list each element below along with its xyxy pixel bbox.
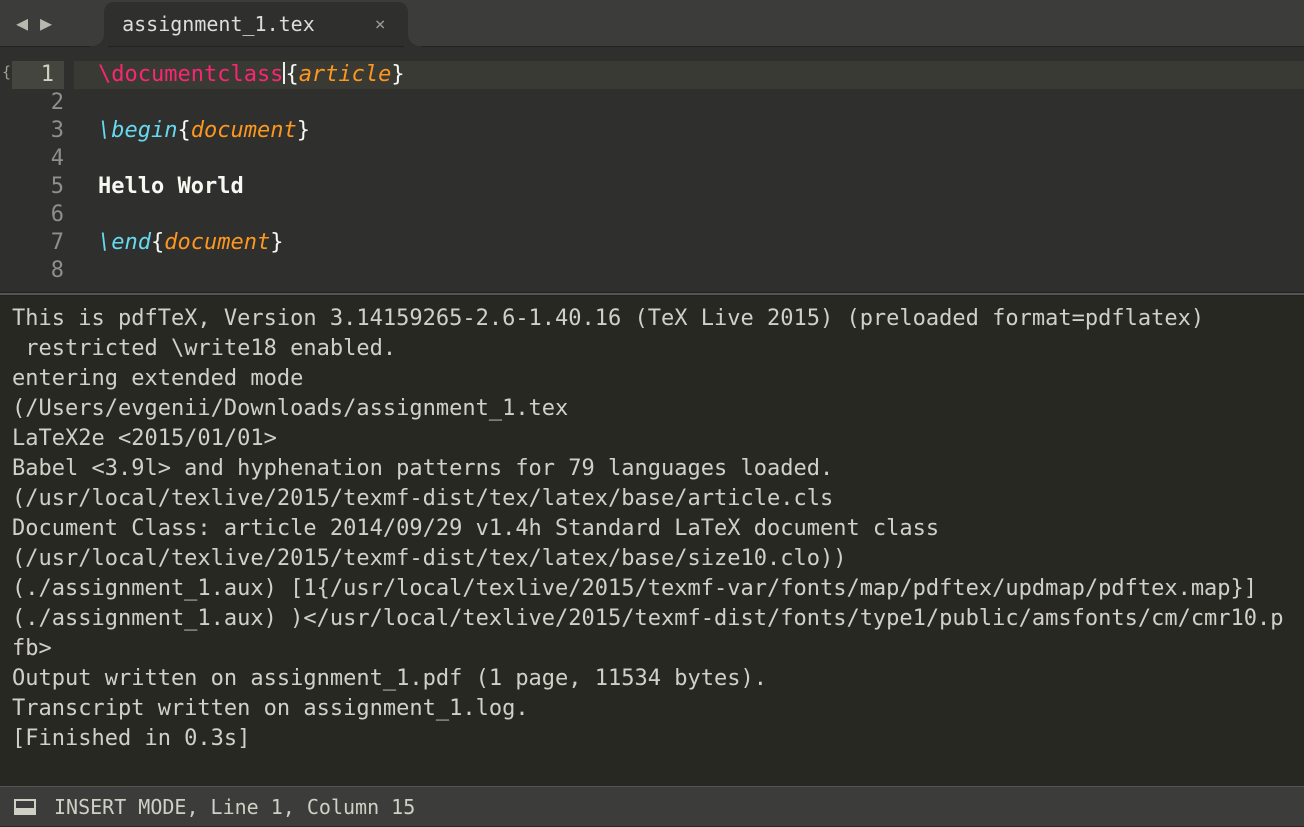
line-number: 8: [22, 257, 64, 285]
line-number: 3: [22, 117, 64, 145]
code-column[interactable]: \documentclass{article} \begin{document}…: [74, 47, 1304, 292]
line-number: 7: [22, 229, 64, 257]
code-line: [98, 145, 1304, 173]
nav-back-icon[interactable]: ◀: [12, 11, 32, 35]
status-bar: INSERT MODE, Line 1, Column 15: [0, 786, 1304, 826]
code-line: \end{document}: [98, 229, 1304, 257]
nav-forward-icon[interactable]: ▶: [36, 11, 56, 35]
tab-filename: assignment_1.tex: [122, 12, 315, 36]
line-number: 4: [22, 145, 64, 173]
panel-toggle-icon[interactable]: [14, 799, 36, 815]
code-line: Hello World: [98, 173, 1304, 201]
line-number: 5: [22, 173, 64, 201]
code-line: [98, 201, 1304, 229]
code-line: [98, 89, 1304, 117]
status-text: INSERT MODE, Line 1, Column 15: [54, 795, 415, 819]
build-output-panel[interactable]: This is pdfTeX, Version 3.14159265-2.6-1…: [0, 296, 1304, 786]
nav-arrows: ◀ ▶: [0, 0, 68, 46]
line-number: 2: [22, 89, 64, 117]
tab-bar: ◀ ▶ assignment_1.tex ×: [0, 0, 1304, 47]
line-number: 1: [12, 61, 64, 89]
code-line: \documentclass{article}: [98, 61, 1304, 89]
file-tab[interactable]: assignment_1.tex ×: [104, 2, 408, 46]
line-number-gutter: 1 2 3 4 5 6 7 8: [22, 47, 74, 292]
code-line: [98, 257, 1304, 285]
close-icon[interactable]: ×: [375, 14, 386, 35]
editor-area[interactable]: {} 1 2 3 4 5 6 7 8 \documentclass{articl…: [0, 47, 1304, 292]
line-number: 6: [22, 201, 64, 229]
code-line: \begin{document}: [98, 117, 1304, 145]
